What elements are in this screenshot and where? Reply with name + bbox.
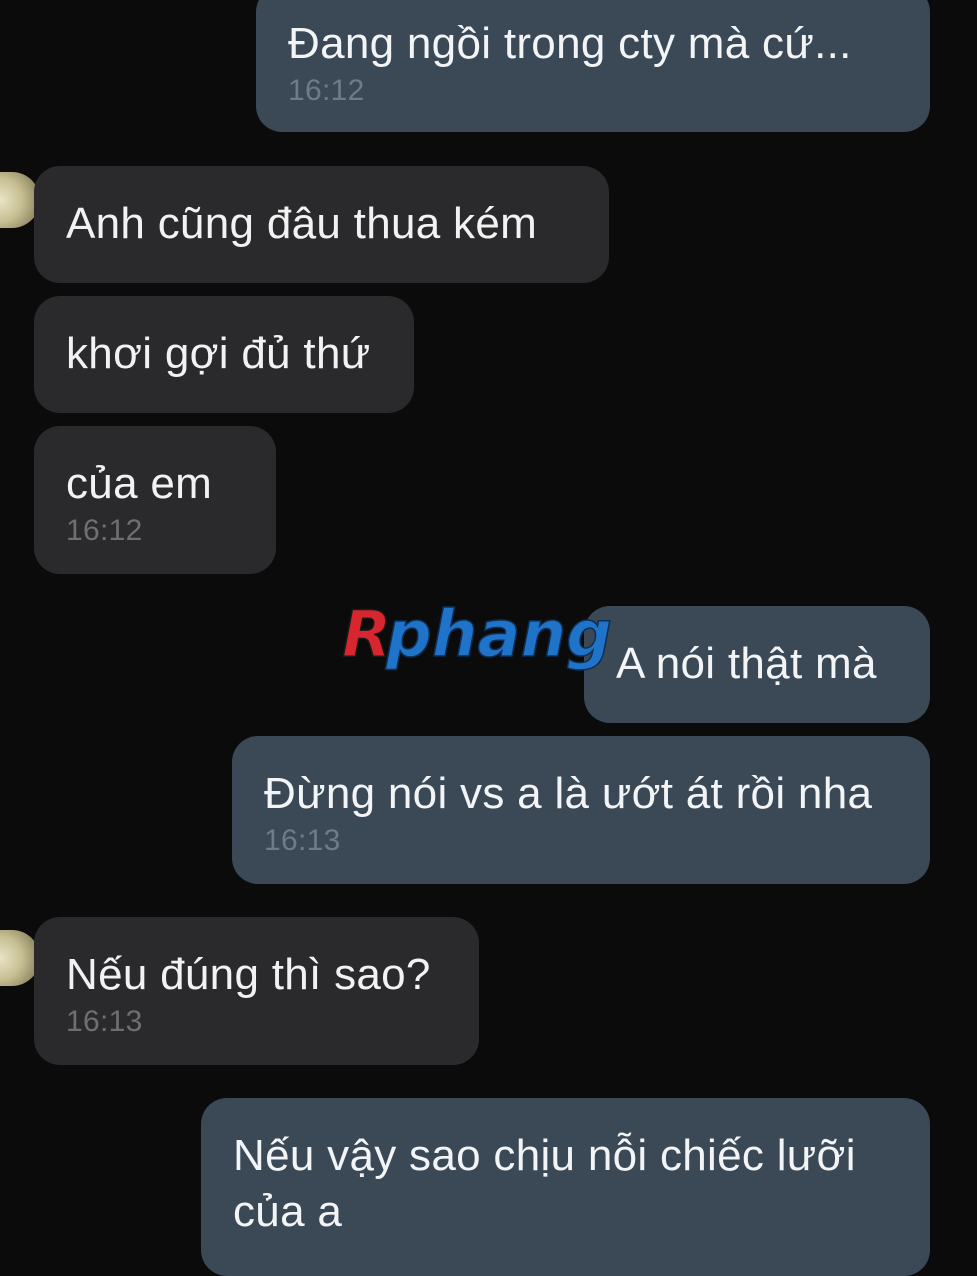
watermark-first-letter: R bbox=[342, 598, 391, 672]
message-text: Nếu đúng thì sao? bbox=[66, 950, 431, 999]
message-text: Đừng nói vs a là ướt át rồi nha bbox=[264, 769, 873, 818]
message-text: Đang ngồi trong cty mà cứ... bbox=[288, 19, 852, 68]
watermark-logo-graphic: R phang bbox=[341, 597, 612, 673]
message-bubble-incoming[interactable]: của em 16:12 bbox=[34, 426, 276, 574]
watermark-logo: R phang bbox=[340, 596, 640, 680]
message-bubble-outgoing[interactable]: Nếu vậy sao chịu nỗi chiếc lưỡi của a bbox=[201, 1098, 930, 1276]
message-bubble-incoming[interactable]: Anh cũng đâu thua kém bbox=[34, 166, 609, 283]
message-timestamp: 16:13 bbox=[264, 824, 341, 857]
message-text: Nếu vậy sao chịu nỗi chiếc lưỡi của a bbox=[233, 1131, 856, 1236]
watermark-rest: phang bbox=[385, 598, 612, 672]
message-bubble-outgoing[interactable]: Đang ngồi trong cty mà cứ... 16:12 bbox=[256, 0, 930, 132]
message-bubble-incoming[interactable]: Nếu đúng thì sao? 16:13 bbox=[34, 917, 479, 1065]
message-text: Anh cũng đâu thua kém bbox=[66, 199, 538, 248]
message-timestamp: 16:12 bbox=[66, 514, 143, 547]
message-timestamp: 16:13 bbox=[66, 1005, 143, 1038]
message-text: của em bbox=[66, 459, 213, 508]
message-text: A nói thật mà bbox=[616, 639, 877, 688]
message-bubble-outgoing[interactable]: Đừng nói vs a là ướt át rồi nha 16:13 bbox=[232, 736, 930, 884]
message-bubble-incoming[interactable]: khơi gợi đủ thứ bbox=[34, 296, 414, 413]
chat-thread[interactable]: Đang ngồi trong cty mà cứ... 16:12 Anh c… bbox=[0, 0, 977, 1276]
message-text: khơi gợi đủ thứ bbox=[66, 329, 371, 378]
message-timestamp: 16:12 bbox=[288, 74, 365, 107]
